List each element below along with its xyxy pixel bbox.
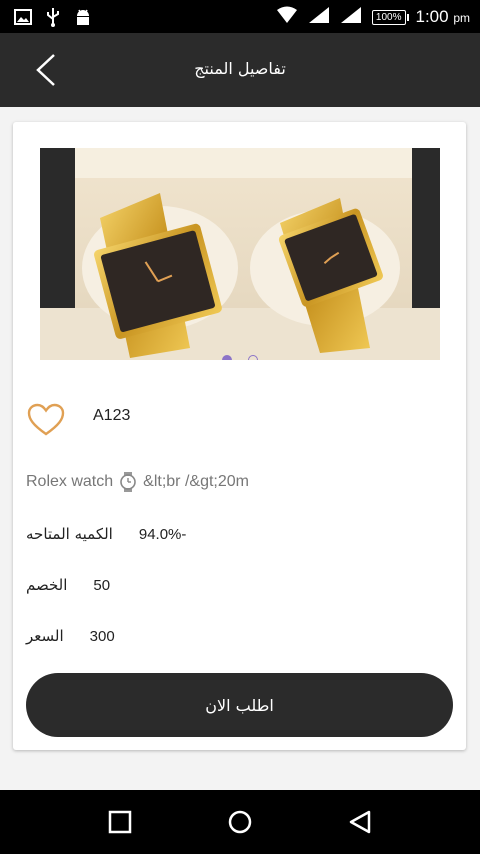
product-photo xyxy=(40,148,440,360)
signal-icon xyxy=(308,6,330,28)
heart-icon xyxy=(27,403,65,436)
pager-dot[interactable] xyxy=(248,355,258,360)
discount-label: الخصم xyxy=(26,576,68,594)
available-quantity-row: الكميه المتاحه 94.0%- xyxy=(26,525,186,543)
favorite-button[interactable] xyxy=(27,403,65,437)
circle-icon xyxy=(228,810,252,834)
price-row: السعر 300 xyxy=(26,627,115,645)
recents-button[interactable] xyxy=(108,810,132,838)
price-value: 300 xyxy=(89,627,115,645)
status-bar: 100% 1:00 pm xyxy=(0,0,480,33)
system-navigation-bar xyxy=(0,790,480,854)
discount-row: الخصم 50 xyxy=(26,576,110,594)
product-description: Rolex watch &lt;br /&gt;20m xyxy=(26,472,249,492)
image-notification-icon xyxy=(14,9,32,29)
triangle-back-icon xyxy=(349,810,371,834)
app-bar: تفاصيل المنتج xyxy=(0,33,480,107)
square-icon xyxy=(108,810,132,834)
android-icon xyxy=(74,7,92,31)
usb-icon xyxy=(46,7,60,31)
product-card: A123 Rolex watch &lt;br /&gt;20m الكميه … xyxy=(13,122,466,750)
available-quantity-label: الكميه المتاحه xyxy=(26,525,113,543)
available-quantity-value: 94.0%- xyxy=(138,525,187,543)
description-extra: &lt;br /&gt;20m xyxy=(143,473,249,490)
discount-value: 50 xyxy=(93,576,111,594)
pager-dot-active[interactable] xyxy=(222,355,232,360)
order-now-button[interactable]: اطلب الان xyxy=(26,673,453,737)
battery-indicator: 100% xyxy=(371,9,409,25)
clock: 1:00 pm xyxy=(415,7,471,26)
product-image-carousel[interactable] xyxy=(40,148,440,360)
description-text: Rolex watch xyxy=(26,473,114,490)
product-code: A123 xyxy=(93,407,131,424)
back-nav-button[interactable] xyxy=(348,810,372,838)
page-title: تفاصيل المنتج xyxy=(194,59,286,78)
watch-icon xyxy=(119,472,137,492)
wifi-icon xyxy=(276,6,298,28)
price-label: السعر xyxy=(26,627,64,645)
home-button[interactable] xyxy=(228,810,252,838)
signal-icon-2 xyxy=(340,6,362,28)
